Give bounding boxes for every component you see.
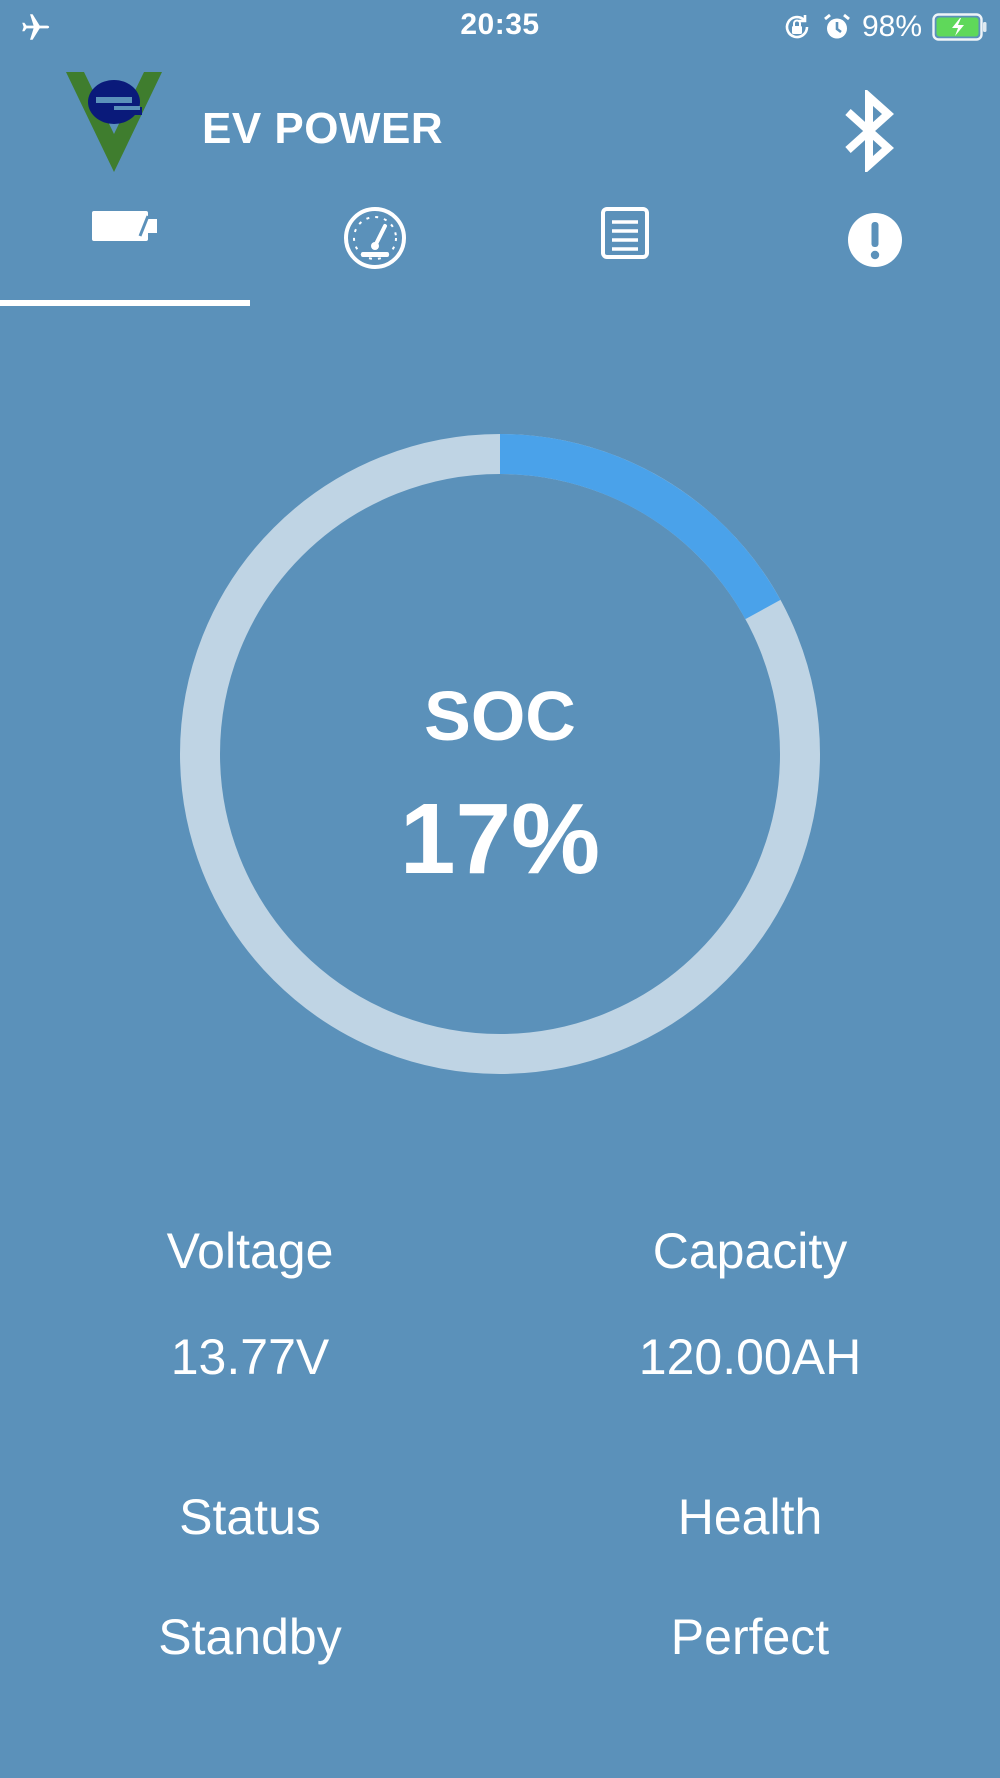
health-label: Health (677, 1489, 823, 1545)
bluetooth-icon[interactable] (838, 90, 900, 172)
app-title: EV POWER (202, 104, 444, 153)
soc-value: 17% (399, 783, 601, 895)
alert-icon (848, 213, 902, 267)
capacity-value: 120.00AH (638, 1329, 862, 1385)
app-header: EV POWER (0, 60, 1000, 180)
status-bar: 20:35 98% (0, 0, 1000, 54)
tab-battery[interactable] (0, 188, 250, 306)
active-tab-indicator (0, 300, 250, 306)
rotation-lock-icon (785, 15, 809, 39)
tab-gauge[interactable] (250, 188, 500, 306)
battery-percent: 98% (861, 10, 922, 43)
soc-label: SOC (424, 677, 576, 755)
tab-list[interactable] (500, 188, 750, 306)
voltage-label: Voltage (166, 1223, 334, 1279)
gauge-icon (344, 207, 406, 269)
status-value: Standby (158, 1609, 342, 1665)
battery-charging-icon (932, 13, 987, 41)
ev-logo (66, 72, 162, 172)
tab-alert[interactable] (750, 188, 1000, 306)
list-icon (601, 207, 649, 259)
status-label: Status (179, 1489, 321, 1545)
health-value: Perfect (670, 1609, 830, 1665)
tab-bar (0, 188, 1000, 306)
capacity-label: Capacity (652, 1223, 848, 1279)
status-right-group: 98% (782, 8, 988, 46)
alarm-icon (824, 13, 850, 39)
voltage-value: 13.77V (170, 1329, 330, 1385)
battery-icon (92, 211, 157, 241)
